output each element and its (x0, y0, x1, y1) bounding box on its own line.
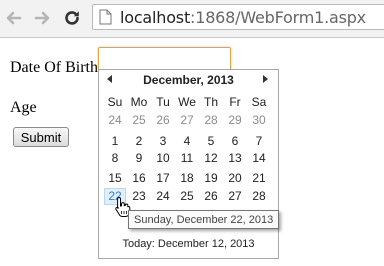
age-label: Age (10, 99, 37, 116)
day-cell[interactable]: 1 (104, 133, 126, 150)
day-cell[interactable]: 12 (200, 150, 222, 167)
day-cell[interactable]: 27 (176, 112, 198, 129)
day-cell[interactable]: 19 (200, 170, 222, 187)
day-cell[interactable]: 27 (224, 188, 246, 205)
day-cell[interactable]: 13 (224, 150, 246, 167)
dob-label: Date Of Birth (10, 59, 98, 76)
weekday-label: Th (203, 95, 218, 109)
day-cell[interactable]: 25 (176, 188, 198, 205)
day-cell[interactable]: 9 (128, 150, 150, 167)
browser-toolbar: localhost:1868/WebForm1.aspx (0, 0, 384, 38)
day-cell[interactable]: 26 (152, 112, 174, 129)
calendar-title[interactable]: December, 2013 (99, 73, 278, 87)
day-cell[interactable]: 29 (224, 112, 246, 129)
dob-input[interactable] (98, 47, 231, 71)
day-cell[interactable]: 25 (128, 112, 150, 129)
day-cell[interactable]: 6 (224, 133, 246, 150)
day-cell[interactable]: 16 (128, 170, 150, 187)
weekday-label: Su (107, 95, 123, 109)
day-cell[interactable]: 7 (248, 133, 270, 150)
day-cell[interactable]: 28 (200, 112, 222, 129)
calendar-header: December, 2013 (99, 70, 278, 90)
day-cell[interactable]: 11 (176, 150, 198, 167)
reload-icon[interactable] (62, 8, 82, 28)
day-cell[interactable]: 20 (224, 170, 246, 187)
weekday-label: Fr (229, 95, 241, 109)
today-link[interactable]: Today: December 12, 2013 (99, 238, 278, 250)
day-cell[interactable]: 24 (152, 188, 174, 205)
day-cell[interactable]: 5 (200, 133, 222, 150)
page-icon (99, 9, 112, 30)
weekday-label: Sa (251, 95, 267, 109)
forward-arrow-icon[interactable] (32, 8, 52, 28)
day-cell[interactable]: 28 (248, 188, 270, 205)
weekday-label: Mo (130, 95, 148, 109)
address-bar[interactable]: localhost:1868/WebForm1.aspx (92, 4, 384, 30)
url-text: localhost:1868/WebForm1.aspx (120, 8, 366, 27)
submit-button[interactable]: Submit (13, 127, 69, 147)
day-cell[interactable]: 21 (248, 170, 270, 187)
day-cell[interactable]: 26 (200, 188, 222, 205)
url-host: localhost (120, 8, 191, 27)
day-cell[interactable]: 8 (104, 150, 126, 167)
day-cell[interactable]: 24 (104, 112, 126, 129)
day-cell[interactable]: 15 (104, 170, 126, 187)
next-month-icon[interactable] (263, 75, 268, 83)
day-cell[interactable]: 14 (248, 150, 270, 167)
day-cell[interactable]: 2 (128, 133, 150, 150)
calendar-popup: December, 2013 Su Mo Tu We Th Fr Sa 24 2… (98, 69, 279, 259)
url-path: :1868/WebForm1.aspx (190, 8, 366, 27)
weekday-label: We (178, 95, 196, 109)
day-cell[interactable]: 10 (152, 150, 174, 167)
weekday-label: Tu (156, 95, 170, 109)
day-cell[interactable]: 18 (176, 170, 198, 187)
date-tooltip: Sunday, December 22, 2013 (128, 210, 280, 229)
back-arrow-icon[interactable] (4, 8, 24, 28)
day-cell[interactable]: 4 (176, 133, 198, 150)
day-cell[interactable]: 3 (152, 133, 174, 150)
day-cell[interactable]: 30 (248, 112, 270, 129)
day-cell[interactable]: 17 (152, 170, 174, 187)
